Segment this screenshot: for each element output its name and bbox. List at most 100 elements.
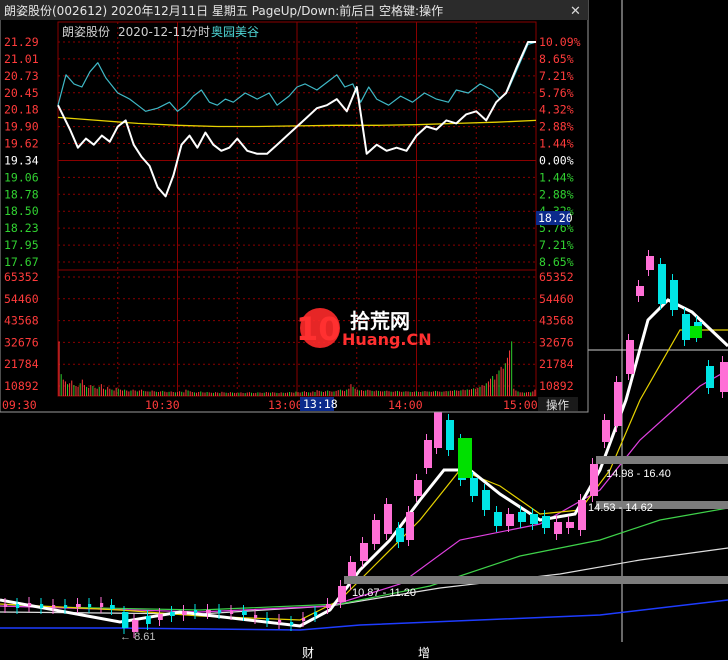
- kline-candle: [470, 478, 478, 496]
- volume-tick: 65352: [4, 270, 39, 284]
- popup-title: 朗姿股份(002612) 2020年12月11日 星期五 PageUp/Down…: [4, 3, 443, 18]
- volume-tick: 21784: [539, 357, 574, 371]
- kline-candle: [182, 611, 187, 615]
- kline-candle: [396, 528, 404, 542]
- pct-tick: 1.44%: [539, 137, 574, 151]
- kline-candle: [670, 280, 678, 310]
- kline-candle: [230, 611, 234, 614]
- kline-candle: [446, 420, 454, 450]
- kline-candle: [530, 514, 538, 524]
- volume-tick: 54460: [539, 292, 574, 306]
- kline-candle: [506, 514, 514, 526]
- chart-mode: 分时: [186, 25, 210, 39]
- volume-tick: 43568: [4, 314, 39, 328]
- kline-candle: [218, 610, 222, 613]
- kline-candle: [242, 611, 247, 615]
- kline-candle: [636, 286, 644, 296]
- volume-tick: 54460: [4, 292, 39, 306]
- kline-candle: [326, 604, 331, 608]
- pct-tick: 8.65%: [539, 52, 574, 66]
- kline-candle: [372, 520, 380, 544]
- kline-candle: [706, 366, 714, 388]
- kline-candle: [482, 490, 490, 510]
- pct-tick: 2.88%: [539, 187, 574, 201]
- range-label: 14.98 - 16.40: [606, 468, 671, 480]
- price-tick: 19.06: [4, 170, 39, 184]
- stock-name: 朗姿股份: [62, 25, 110, 39]
- moving-average-long: [0, 599, 728, 631]
- kline-candle: [542, 516, 550, 528]
- pct-tick: 5.76%: [539, 86, 574, 100]
- kline-candle: [266, 618, 270, 621]
- kline-candle: [170, 612, 175, 616]
- kline-candle: [146, 616, 151, 624]
- volume-tick: 32676: [539, 335, 574, 349]
- price-tick: 18.78: [4, 187, 39, 201]
- kline-candle: [424, 440, 432, 468]
- stock-chart-scene: 14.98 - 16.40 14.53 - 14.62 10.87 - 11.2…: [0, 0, 728, 660]
- price-tick: 18.23: [4, 221, 39, 235]
- time-readout: 13:18: [303, 397, 338, 411]
- support-band: [344, 576, 728, 584]
- related-stock-tag[interactable]: 奥园美谷: [211, 25, 259, 39]
- range-label: 10.87 - 11.20: [352, 587, 416, 599]
- time-tick: 15:00: [503, 398, 538, 412]
- kline-candle: [206, 610, 211, 613]
- kline-candle: [360, 543, 368, 561]
- volume-tick: 65352: [539, 270, 574, 284]
- kline-candle: [100, 603, 104, 607]
- kline-candle: [414, 480, 422, 496]
- kline-candle: [28, 603, 32, 606]
- time-tick: 10:30: [145, 398, 180, 412]
- event-marker-finance[interactable]: 财: [302, 646, 314, 660]
- price-tick: 20.45: [4, 86, 39, 100]
- volume-tick: 10892: [539, 379, 574, 393]
- kline-candle: [566, 522, 574, 528]
- range-label: 14.53 - 14.62: [588, 502, 653, 514]
- time-tick: 13:00: [268, 398, 303, 412]
- pct-tick: 2.88%: [539, 120, 574, 134]
- kline-candle: [88, 604, 92, 607]
- kline-candle: [302, 618, 306, 621]
- low-price-label: ← 8.61: [120, 631, 155, 643]
- price-tick: 21.29: [4, 35, 39, 49]
- pct-tick: 4.32%: [539, 103, 574, 117]
- volume-tick: 21784: [4, 357, 39, 371]
- kline-candle: [40, 604, 44, 608]
- price-tick: 17.67: [4, 255, 39, 269]
- intraday-popup[interactable]: 朗姿股份(002612) 2020年12月11日 星期五 PageUp/Down…: [0, 0, 589, 413]
- close-icon[interactable]: ✕: [570, 4, 581, 19]
- kline-candle: [720, 362, 728, 392]
- kline-candle: [682, 314, 690, 340]
- pct-tick: 1.44%: [539, 170, 574, 184]
- kline-candle: [578, 500, 586, 530]
- action-button-label: 操作: [546, 398, 569, 412]
- watermark-number: 10: [296, 310, 341, 348]
- pct-tick: 0.00%: [539, 153, 574, 167]
- event-marker-increase[interactable]: 增: [418, 646, 430, 660]
- price-tick: 20.73: [4, 69, 39, 83]
- price-tick: 17.95: [4, 238, 39, 252]
- time-tick: 09:30: [2, 398, 37, 412]
- kline-candle: [314, 612, 318, 616]
- chart-date: 2020-12-11: [118, 25, 188, 39]
- kline-candle: [554, 522, 562, 534]
- kline-candle: [52, 605, 56, 608]
- pct-tick: 7.21%: [539, 69, 574, 83]
- price-tick: 19.34: [4, 153, 39, 167]
- kline-candle: [384, 504, 392, 534]
- price-tick: 19.90: [4, 120, 39, 134]
- pressure-band: [596, 456, 728, 464]
- kline-candle: [158, 614, 163, 620]
- kline-candle: [16, 604, 20, 608]
- volume-tick: 10892: [4, 379, 39, 393]
- kline-candle: [406, 512, 414, 540]
- kline-candle: [254, 615, 258, 618]
- kline-candle: [518, 512, 526, 522]
- kline-candle: [64, 605, 68, 608]
- kline-candle: [338, 586, 346, 602]
- kline-candle: [110, 605, 115, 609]
- kline-candle: [4, 604, 8, 607]
- volume-tick: 32676: [4, 335, 39, 349]
- price-tick: 19.62: [4, 137, 39, 151]
